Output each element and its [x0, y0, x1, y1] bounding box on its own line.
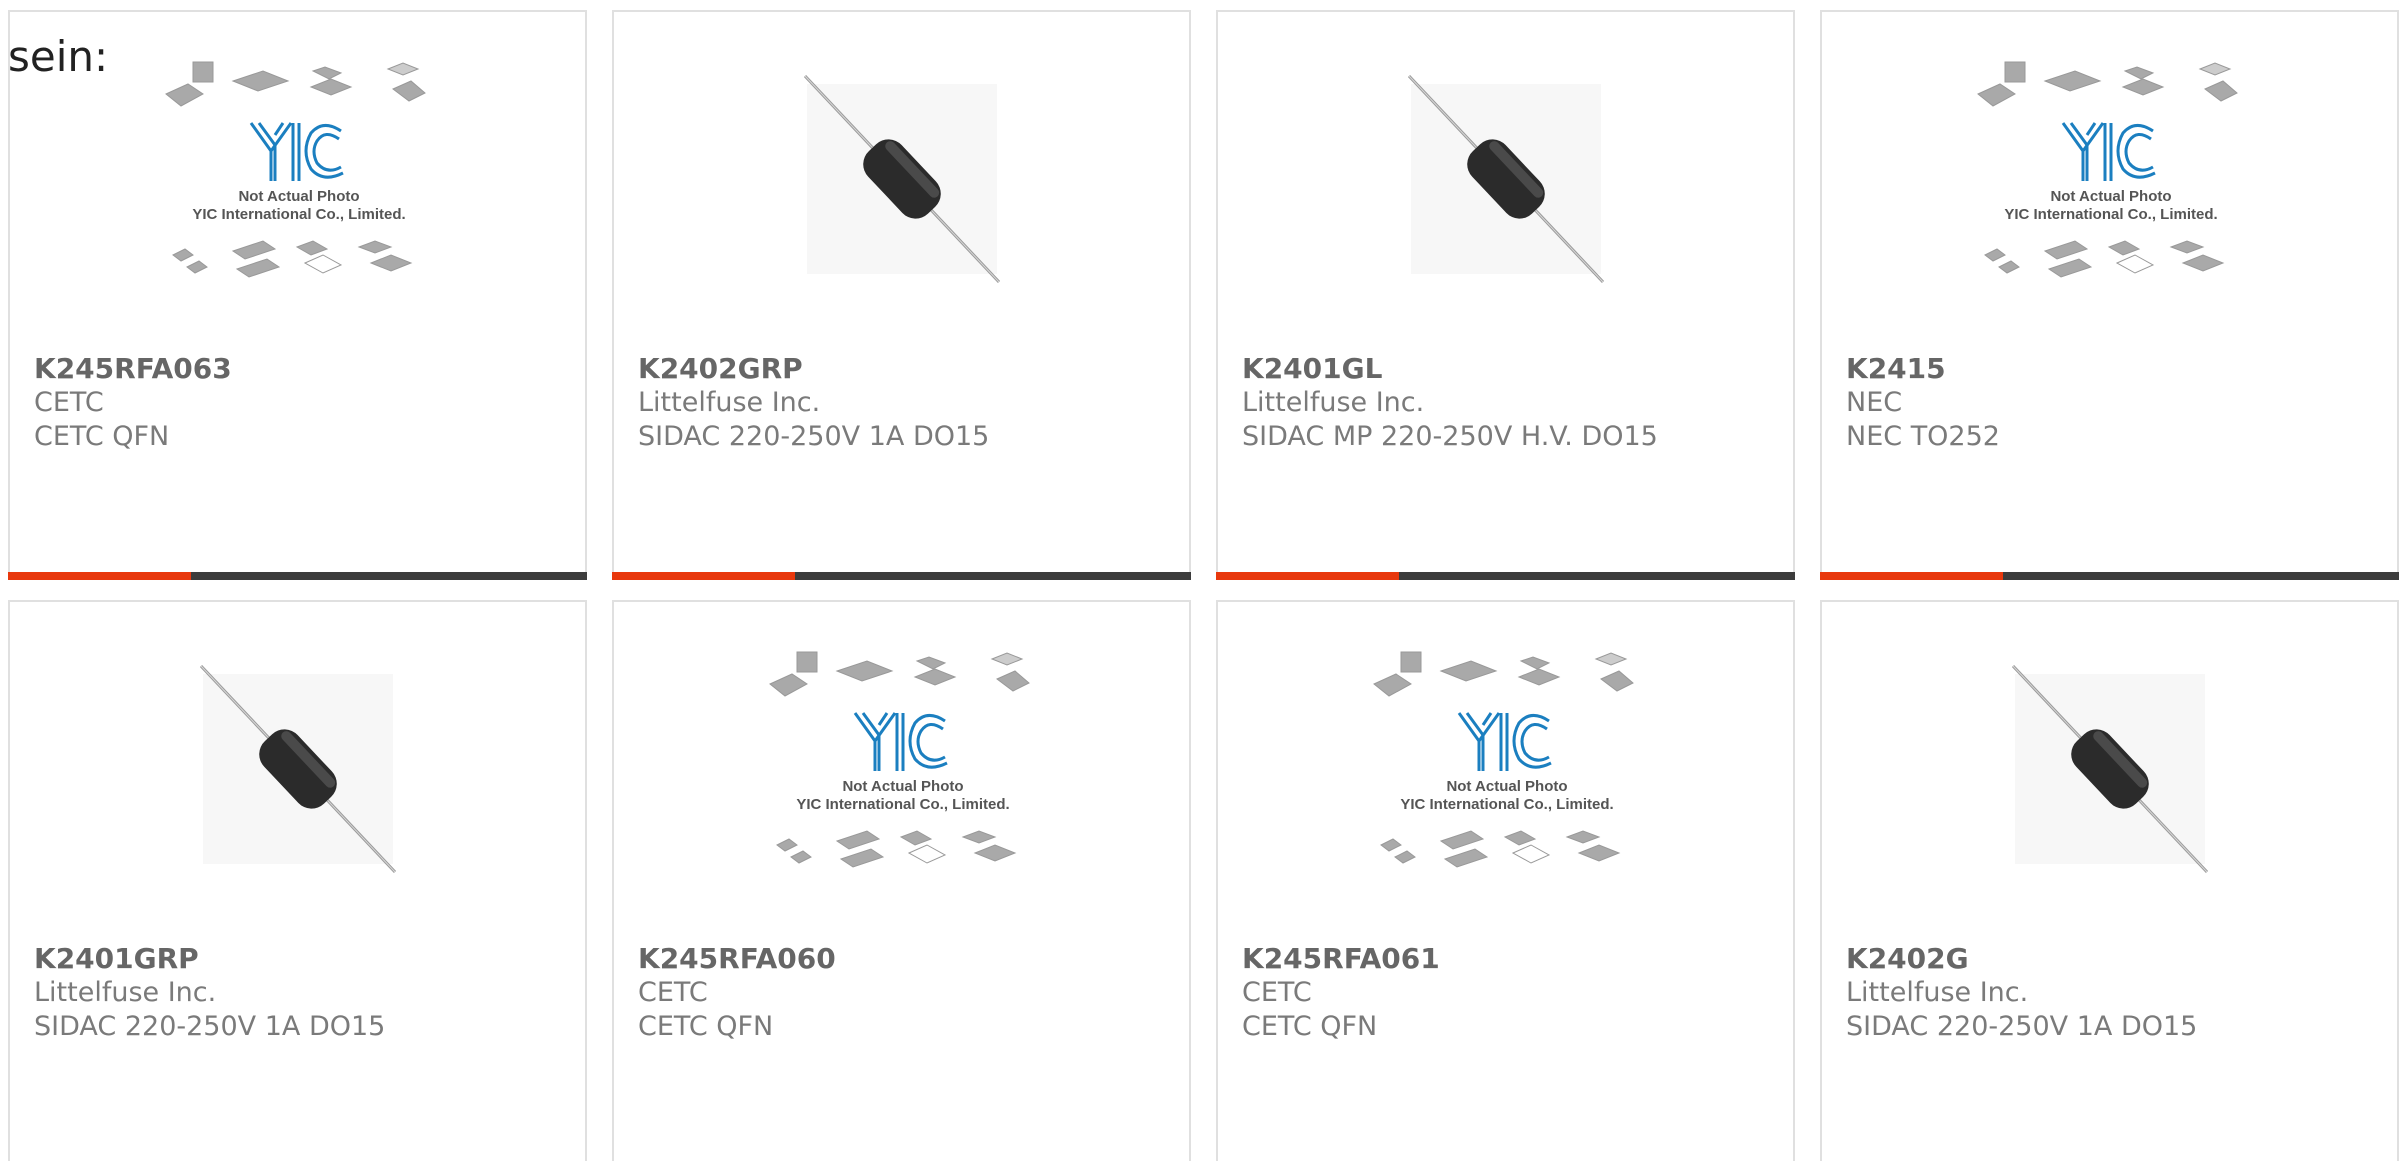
part-number[interactable]: K2401GL [1242, 352, 1781, 386]
svg-text:Not Actual Photo: Not Actual Photo [842, 778, 963, 795]
card-bottom-bar [1216, 572, 1795, 580]
axial-diode-icon [2011, 664, 2208, 874]
yic-placeholder-icon: Not Actual Photo YIC International Co., … [1976, 61, 2238, 278]
manufacturer: Littelfuse Inc. [1846, 977, 2029, 1008]
card-bottom-bar [1820, 572, 2399, 580]
description: CETC QFN [1242, 1011, 1378, 1042]
product-card[interactable]: K2401GRP Littelfuse Inc. SIDAC 220-250V … [8, 600, 587, 1161]
accent-bar [1216, 572, 1399, 580]
accent-bar [1820, 572, 2003, 580]
svg-text:Not Actual Photo: Not Actual Photo [1446, 778, 1567, 795]
product-card[interactable]: K2402G Littelfuse Inc. SIDAC 220-250V 1A… [1820, 600, 2399, 1161]
description: NEC TO252 [1846, 421, 2000, 452]
manufacturer: Littelfuse Inc. [638, 387, 821, 418]
product-grid: Not Actual Photo YIC International Co., … [8, 10, 2399, 1161]
part-number[interactable]: K2402GRP [638, 352, 1177, 386]
part-number[interactable]: K2402G [1846, 942, 2385, 976]
svg-text:YIC International Co., Limited: YIC International Co., Limited. [192, 206, 405, 223]
product-card[interactable]: K2402GRP Littelfuse Inc. SIDAC 220-250V … [612, 10, 1191, 580]
manufacturer: NEC [1846, 387, 1903, 418]
part-number[interactable]: K2401GRP [34, 942, 573, 976]
card-bottom-bar [8, 572, 587, 580]
product-image[interactable] [10, 664, 585, 874]
description: SIDAC 220-250V 1A DO15 [638, 421, 990, 452]
part-number[interactable]: K2415 [1846, 352, 2385, 386]
product-image[interactable]: Not Actual Photo YIC International Co., … [10, 61, 585, 284]
product-card[interactable]: Not Actual Photo YIC International Co., … [1820, 10, 2399, 580]
description: SIDAC 220-250V 1A DO15 [34, 1011, 386, 1042]
product-card[interactable]: Not Actual Photo YIC International Co., … [612, 600, 1191, 1161]
intro-text: sein: [8, 32, 109, 81]
product-image[interactable]: Not Actual Photo YIC International Co., … [1822, 61, 2397, 284]
manufacturer: Littelfuse Inc. [34, 977, 217, 1008]
product-card[interactable]: K2401GL Littelfuse Inc. SIDAC MP 220-250… [1216, 10, 1795, 580]
product-grid-page: sein: Not Actual Photo YIC International… [0, 0, 2400, 1161]
manufacturer: CETC [1242, 977, 1312, 1008]
yic-placeholder-icon: Not Actual Photo YIC International Co., … [768, 651, 1030, 868]
svg-text:Not Actual Photo: Not Actual Photo [238, 188, 359, 205]
description: SIDAC 220-250V 1A DO15 [1846, 1011, 2198, 1042]
accent-bar [612, 572, 795, 580]
description: CETC QFN [638, 1011, 774, 1042]
card-bottom-bar [612, 572, 1191, 580]
part-number[interactable]: K245RFA063 [34, 352, 573, 386]
svg-text:Not Actual Photo: Not Actual Photo [2050, 188, 2171, 205]
product-image[interactable]: Not Actual Photo YIC International Co., … [614, 651, 1189, 874]
axial-diode-icon [803, 74, 1000, 284]
accent-bar [8, 572, 191, 580]
manufacturer: Littelfuse Inc. [1242, 387, 1425, 418]
axial-diode-icon [1407, 74, 1604, 284]
axial-diode-icon [199, 664, 396, 874]
product-image[interactable] [1218, 74, 1793, 284]
product-image[interactable] [1822, 664, 2397, 874]
manufacturer: CETC [638, 977, 708, 1008]
manufacturer: CETC [34, 387, 104, 418]
svg-text:YIC International Co., Limited: YIC International Co., Limited. [796, 796, 1009, 813]
description: SIDAC MP 220-250V H.V. DO15 [1242, 421, 1658, 452]
product-card[interactable]: Not Actual Photo YIC International Co., … [8, 10, 587, 580]
product-image[interactable]: Not Actual Photo YIC International Co., … [1218, 651, 1793, 874]
svg-text:YIC International Co., Limited: YIC International Co., Limited. [1400, 796, 1613, 813]
svg-text:YIC International Co., Limited: YIC International Co., Limited. [2004, 206, 2217, 223]
description: CETC QFN [34, 421, 170, 452]
part-number[interactable]: K245RFA061 [1242, 942, 1781, 976]
yic-placeholder-icon: Not Actual Photo YIC International Co., … [1372, 651, 1634, 868]
product-image[interactable] [614, 74, 1189, 284]
product-card[interactable]: Not Actual Photo YIC International Co., … [1216, 600, 1795, 1161]
yic-placeholder-icon: Not Actual Photo YIC International Co., … [164, 61, 426, 278]
part-number[interactable]: K245RFA060 [638, 942, 1177, 976]
